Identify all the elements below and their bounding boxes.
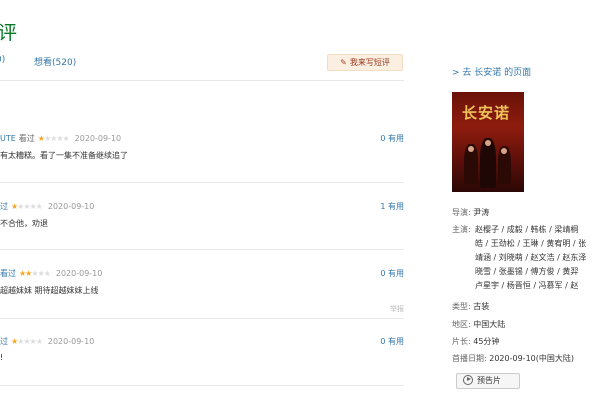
review-meta: 过 ★★★★★ 2020-09-10 (0, 336, 94, 347)
report-link[interactable]: 举报 (390, 304, 404, 314)
genre-row: 类型: 古装 (452, 301, 489, 312)
goto-subject-link[interactable]: > 去 长安诺 的页面 (452, 65, 531, 78)
duration-label: 片长: (452, 337, 471, 346)
write-review-button[interactable]: ✎ 我来写短评 (327, 54, 403, 71)
duration-row: 片长: 45分钟 (452, 336, 499, 347)
cast-line[interactable]: 卢星宇 / 杨晋恒 / 冯慕军 / 赵 (475, 280, 578, 291)
poster-title: 长安诺 (462, 104, 511, 122)
cast-line[interactable]: 晓雪 / 张墨锡 / 傅方俊 / 黄羿 (475, 266, 578, 277)
region-row: 地区: 中国大陆 (452, 319, 505, 330)
cast-row: 主演: 赵樱子 / 成毅 / 韩栋 / 梁靖桐 皓 / 王劲松 / 王琳 / 黄… (452, 224, 600, 296)
region-value: 中国大陆 (473, 320, 506, 329)
review-text: ! (0, 353, 4, 362)
divider (0, 318, 404, 319)
play-icon (463, 374, 473, 385)
pencil-icon: ✎ (340, 58, 347, 67)
review-text: 超越妹妹 期待超越妹妹上线 (0, 286, 99, 295)
genre-label: 类型: (452, 302, 471, 311)
useful-vote-button[interactable]: 1 有用 (380, 201, 404, 212)
premiere-row: 首播日期: 2020-09-10(中国大陆) (452, 353, 574, 364)
director-value[interactable]: 尹涛 (473, 208, 489, 217)
page-title: 评 (0, 22, 18, 44)
cast-line[interactable]: 赵樱子 / 成毅 / 韩栋 / 梁靖桐 (475, 224, 578, 235)
divider (0, 80, 404, 81)
director-label: 导演: (452, 208, 471, 217)
review-user[interactable]: UTE (0, 134, 16, 143)
rating-stars: ★★★★★ (37, 134, 70, 143)
review-user[interactable]: 过 (0, 202, 8, 211)
write-review-label: 我来写短评 (349, 58, 390, 67)
divider (0, 385, 404, 386)
divider (0, 182, 404, 183)
genre-value: 古装 (473, 302, 490, 311)
review-user[interactable]: 看过 (0, 269, 16, 278)
review-text: 有太糟糕。看了一集不准备继续追了 (0, 151, 128, 160)
poster-image[interactable]: 长安诺 (452, 92, 524, 192)
cast-line[interactable]: 靖涵 / 刘晓萌 / 赵文浩 / 赵东泽 (475, 252, 586, 263)
director-row: 导演: 尹涛 (452, 207, 489, 218)
useful-vote-button[interactable]: 0 有用 (380, 268, 404, 279)
trailer-label: 预告片 (477, 376, 501, 385)
cast-label: 主演: (452, 225, 471, 234)
cast-line[interactable]: 皓 / 王劲松 / 王琳 / 黄宥明 / 张 (475, 238, 586, 249)
review-meta: 过 ★★★★★ 2020-09-10 (0, 201, 94, 212)
rating-stars: ★★★★★ (11, 337, 43, 346)
review-date: 2020-09-10 (47, 202, 95, 211)
trailer-button[interactable]: 预告片 (456, 373, 520, 389)
tab-seen[interactable]: 0) (0, 55, 5, 65)
duration-value: 45分钟 (473, 337, 500, 346)
rating-stars: ★★★★★ (19, 269, 51, 278)
review-date: 2020-09-10 (55, 269, 103, 278)
review-date: 2020-09-10 (74, 134, 122, 143)
rating-stars: ★★★★★ (11, 202, 43, 211)
useful-vote-button[interactable]: 0 有用 (380, 336, 404, 347)
divider (0, 249, 404, 250)
review-user[interactable]: 过 (0, 337, 8, 346)
premiere-label: 首播日期: (452, 354, 487, 363)
review-action: 看过 (18, 134, 35, 143)
review-date: 2020-09-10 (47, 337, 95, 346)
review-text: 不合他，劝退 (0, 219, 48, 228)
tab-want-to-see[interactable]: 想看(520) (34, 55, 76, 68)
review-meta: UTE 看过 ★★★★★ 2020-09-10 (0, 133, 121, 144)
useful-vote-button[interactable]: 0 有用 (380, 133, 404, 144)
review-meta: 看过 ★★★★★ 2020-09-10 (0, 268, 102, 279)
region-label: 地区: (452, 320, 471, 329)
premiere-value: 2020-09-10(中国大陆) (489, 354, 574, 363)
